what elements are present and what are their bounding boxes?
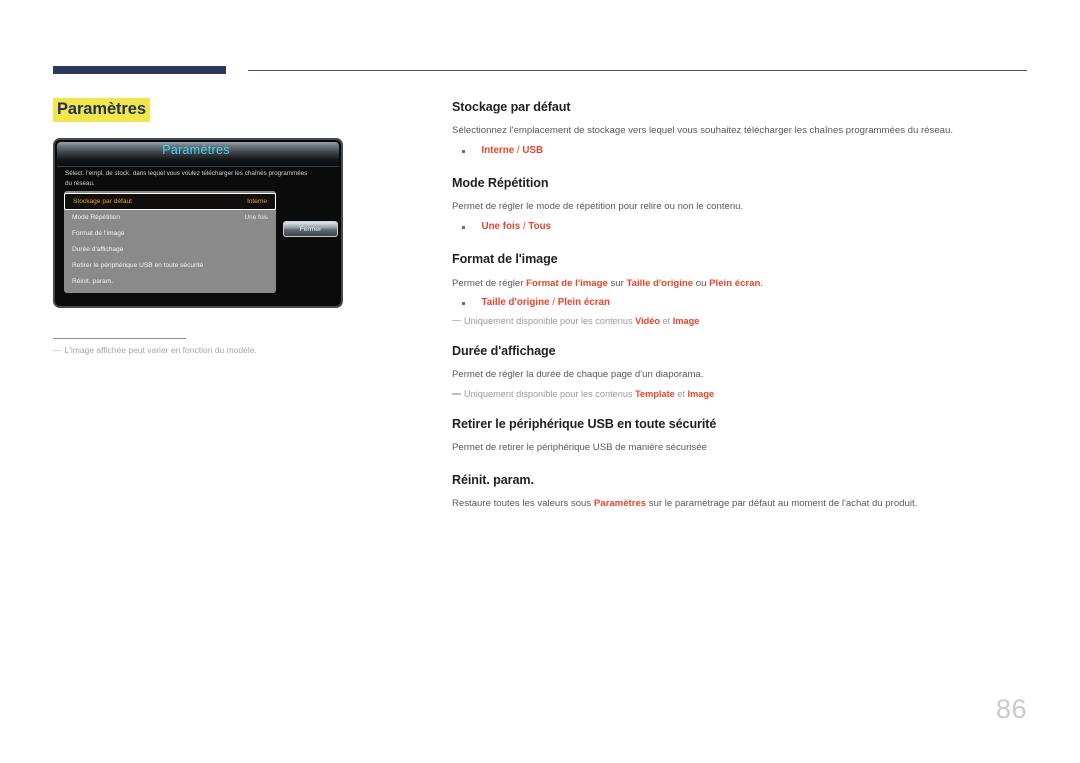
section-body: Permet de régler la durée de chaque page… (452, 369, 704, 381)
option-value: Taille d'origine (481, 297, 550, 309)
tv-screen-mockup: Paramètres Sélect. l'empl. de stock. dan… (53, 138, 343, 308)
body-highlight: Paramètres (593, 498, 647, 510)
page-title: Paramètres (53, 98, 150, 122)
tv-menu-item-reinit[interactable]: Réinit. param. (64, 274, 276, 290)
note-dash-icon (452, 393, 461, 395)
left-footnote: ― L'image affichée peut varier en fonctio… (53, 345, 257, 357)
option-value: Interne (481, 145, 515, 157)
tv-menu-item-label: Format de l'image (72, 230, 125, 237)
option-value: Tous (528, 221, 552, 233)
section-note: Uniquement disponible pour les contenus … (452, 315, 1012, 328)
body-text: Permet de régler (452, 277, 527, 289)
body-highlight: Format de l'image (526, 277, 608, 289)
option-separator: / (549, 297, 558, 309)
header-rule-line (248, 70, 1027, 71)
section-option-line: Taille d'origine / Plein écran (452, 296, 1012, 310)
note-highlight: Vidéo (635, 315, 660, 326)
tv-menu-item-usb[interactable]: Retirer le périphérique USB en toute séc… (64, 258, 276, 274)
note-highlight: Image (687, 389, 715, 400)
section-body: Sélectionnez l'emplacement de stockage v… (452, 125, 953, 137)
body-text: . (760, 277, 764, 289)
section-options: Taille d'origine / Plein écran (482, 296, 610, 310)
section-duree: Durée d'affichage Permet de régler la du… (452, 344, 1012, 401)
body-text: Restaure toutes les valeurs sous (452, 498, 594, 510)
section-body: Permet de régler Format de l'image sur T… (452, 277, 1012, 291)
tv-close-button[interactable]: Fermer (283, 221, 338, 237)
section-title: Stockage par défaut (452, 100, 571, 114)
note-text: et (659, 315, 673, 326)
body-text: sur le paramétrage par défaut au moment … (646, 498, 918, 510)
section-options: Une fois / Tous (482, 220, 552, 234)
page-number: 86 (995, 694, 1027, 724)
option-value: Une fois (481, 221, 521, 233)
tv-menu-item-format[interactable]: Format de l'image (64, 226, 276, 242)
section-body: Permet de régler le mode de répétition p… (452, 201, 744, 213)
note-text: Uniquement disponible pour les contenus (464, 389, 636, 400)
content-column: Stockage par défaut Sélectionnez l'empla… (452, 100, 1012, 529)
section-reinit: Réinit. param. Restaure toutes les valeu… (452, 473, 1012, 511)
section-title: Format de l'image (452, 252, 558, 267)
tv-menu-item-repetition[interactable]: Mode Répétition Une fois (64, 210, 276, 226)
tv-menu-item-label: Réinit. param. (72, 278, 114, 285)
left-footnote-text: L'image affichée peut varier en fonction… (64, 345, 257, 355)
section-option-line: Interne / USB (452, 144, 1012, 158)
body-text: sur (607, 277, 627, 289)
section-repetition: Mode Répétition Permet de régler le mode… (452, 176, 1012, 234)
header-rule-bar (53, 66, 226, 74)
section-title: Retirer le périphérique USB en toute séc… (452, 417, 717, 432)
body-text: ou (693, 277, 710, 289)
tv-menu-item-label: Retirer le périphérique USB en toute séc… (72, 262, 204, 269)
body-highlight: Taille d'origine (626, 277, 694, 289)
tv-menu-item-value: Une fois (244, 214, 268, 221)
section-format: Format de l'image Permet de régler Forma… (452, 252, 1012, 328)
section-body: Permet de retirer le périphérique USB de… (452, 442, 707, 454)
body-highlight: Plein écran (709, 277, 761, 289)
section-title: Durée d'affichage (452, 344, 556, 358)
section-note: Uniquement disponible pour les contenus … (452, 388, 1012, 401)
tv-menu-item-label: Durée d'affichage (72, 246, 124, 253)
bullet-square-icon (462, 302, 465, 305)
note-dash-icon (452, 319, 461, 322)
note-highlight: Image (672, 315, 700, 326)
tv-menu-description: Sélect. l'empl. de stock. dans lequel vo… (65, 170, 308, 187)
tv-menu-item-stockage[interactable]: Stockage par défaut Interne (64, 193, 276, 210)
section-title: Mode Répétition (452, 176, 549, 191)
note-highlight: Template (635, 389, 675, 400)
section-usb: Retirer le périphérique USB en toute séc… (452, 417, 1012, 455)
option-value: Plein écran (557, 297, 610, 309)
tv-menu-item-value: Interne (247, 197, 267, 205)
note-text: et (674, 389, 688, 400)
footnote-dash-icon: ― (53, 345, 62, 355)
section-stockage: Stockage par défaut Sélectionnez l'empla… (452, 100, 1012, 158)
tv-menu-item-label: Stockage par défaut (73, 197, 133, 205)
option-value: USB (522, 145, 544, 157)
bullet-square-icon (462, 226, 465, 229)
section-title: Réinit. param. (452, 473, 534, 488)
section-body: Restaure toutes les valeurs sous Paramèt… (452, 497, 1012, 511)
note-text: Uniquement disponible pour les contenus (464, 315, 636, 326)
tv-menu-list: Stockage par défaut Interne Mode Répétit… (64, 191, 276, 293)
left-footnote-rule (53, 338, 186, 339)
section-options: Interne / USB (482, 144, 544, 158)
tv-menu-item-duree[interactable]: Durée d'affichage (64, 242, 276, 258)
tv-menu-header-title: Paramètres (162, 143, 230, 157)
bullet-square-icon (462, 150, 465, 153)
tv-menu-item-label: Mode Répétition (72, 214, 121, 221)
section-option-line: Une fois / Tous (452, 220, 1012, 234)
